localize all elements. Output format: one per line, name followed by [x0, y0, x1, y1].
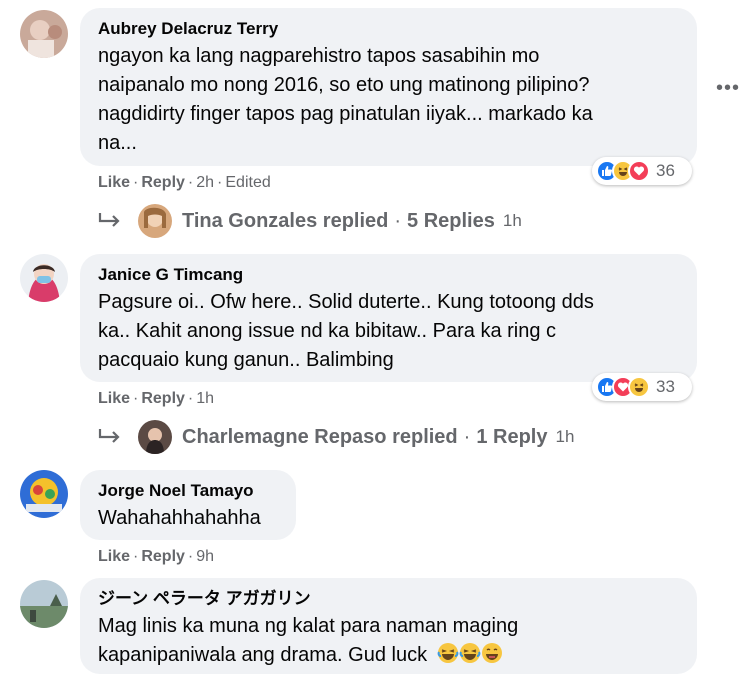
more-options-icon[interactable]: ••• — [716, 78, 740, 98]
replier-name: Tina Gonzales replied — [182, 210, 389, 232]
replier-name: Charlemagne Repaso replied — [182, 426, 458, 448]
comment-author[interactable]: ジーン ペラータ アガガリン — [98, 588, 679, 610]
reaction-summary[interactable]: 36 — [592, 157, 692, 185]
reply-avatar — [138, 204, 172, 238]
comment-text: Wahahahhahahha — [98, 507, 261, 529]
separator: · — [133, 390, 139, 407]
timestamp[interactable]: 9h — [196, 548, 214, 565]
reply-button[interactable]: Reply — [141, 548, 185, 565]
timestamp[interactable]: 2h — [196, 174, 214, 191]
comment-actions: Like · Reply · 1h — [98, 389, 214, 409]
reply-arrow-icon — [98, 429, 120, 443]
separator: · — [187, 174, 194, 191]
comment-author[interactable]: Jorge Noel Tamayo — [98, 480, 278, 502]
reaction-summary[interactable]: 33 — [592, 373, 692, 401]
separator: · — [463, 426, 471, 448]
laughing-emoji-icon — [481, 642, 503, 673]
reply-count: 5 Replies — [407, 210, 495, 232]
separator: · — [133, 174, 139, 191]
reply-avatar — [138, 420, 172, 454]
like-button[interactable]: Like — [98, 174, 130, 191]
comment-bubble: ジーン ペラータ アガガリン Mag linis ka muna ng kala… — [80, 578, 697, 674]
separator: · — [394, 210, 402, 232]
comment-text: Pagsure oi.. Ofw here.. Solid duterte.. … — [98, 291, 594, 371]
like-button[interactable]: Like — [98, 548, 130, 565]
reply-button[interactable]: Reply — [141, 174, 185, 191]
comment-actions: Like · Reply · 2h · Edited — [98, 173, 271, 193]
laughing-crying-emoji-icon — [459, 642, 481, 673]
like-button[interactable]: Like — [98, 390, 130, 407]
avatar[interactable] — [20, 470, 68, 518]
comment-actions: Like · Reply · 9h — [98, 547, 214, 567]
haha-icon — [628, 376, 650, 398]
reply-time: 1h — [555, 427, 575, 446]
comment-author[interactable]: Aubrey Delacruz Terry — [98, 18, 679, 40]
comment-text: Mag linis ka muna ng kalat para naman ma… — [98, 612, 679, 673]
love-icon — [628, 160, 650, 182]
reply-time: 1h — [502, 211, 522, 230]
avatar[interactable] — [20, 254, 68, 302]
view-replies-link[interactable]: Charlemagne Repaso replied · 1 Reply 1h — [96, 420, 574, 454]
separator: · — [133, 548, 139, 565]
timestamp[interactable]: 1h — [196, 390, 214, 407]
reaction-count: 36 — [656, 161, 675, 180]
reply-button[interactable]: Reply — [141, 390, 185, 407]
reply-count: 1 Reply — [476, 426, 548, 448]
reaction-count: 33 — [656, 377, 675, 396]
comment-text: ngayon ka lang nagparehistro tapos sasab… — [98, 45, 593, 154]
view-replies-link[interactable]: Tina Gonzales replied · 5 Replies 1h — [96, 204, 522, 238]
comment-bubble: Janice G Timcang Pagsure oi.. Ofw here..… — [80, 254, 697, 382]
separator: · — [187, 548, 194, 565]
laughing-crying-emoji-icon — [437, 642, 459, 673]
avatar[interactable] — [20, 10, 68, 58]
reply-arrow-icon — [98, 213, 120, 227]
separator: · — [187, 390, 194, 407]
comment-author[interactable]: Janice G Timcang — [98, 264, 679, 286]
avatar[interactable] — [20, 580, 68, 628]
comment-bubble: Aubrey Delacruz Terry ngayon ka lang nag… — [80, 8, 697, 166]
comment-bubble: Jorge Noel Tamayo Wahahahhahahha — [80, 470, 296, 540]
edited-label: Edited — [225, 174, 271, 191]
separator: · — [217, 174, 223, 191]
